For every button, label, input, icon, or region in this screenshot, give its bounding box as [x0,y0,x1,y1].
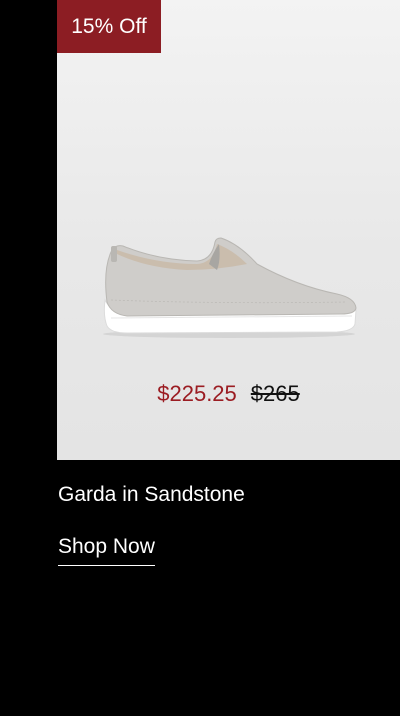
discount-badge: 15% Off [57,0,161,53]
shop-now-link[interactable]: Shop Now [58,535,155,566]
price-row: $225.25 $265 [57,381,400,407]
slip-on-sneaker-image [103,237,357,338]
sale-price: $225.25 [157,381,237,406]
original-price: $265 [250,381,300,406]
product-image-area[interactable]: 15% Off $225.25 $265 [57,0,400,460]
product-card[interactable]: 15% Off $225.25 $265 Garda in Sandstone S… [57,0,400,716]
product-name[interactable]: Garda in Sandstone [58,483,245,507]
